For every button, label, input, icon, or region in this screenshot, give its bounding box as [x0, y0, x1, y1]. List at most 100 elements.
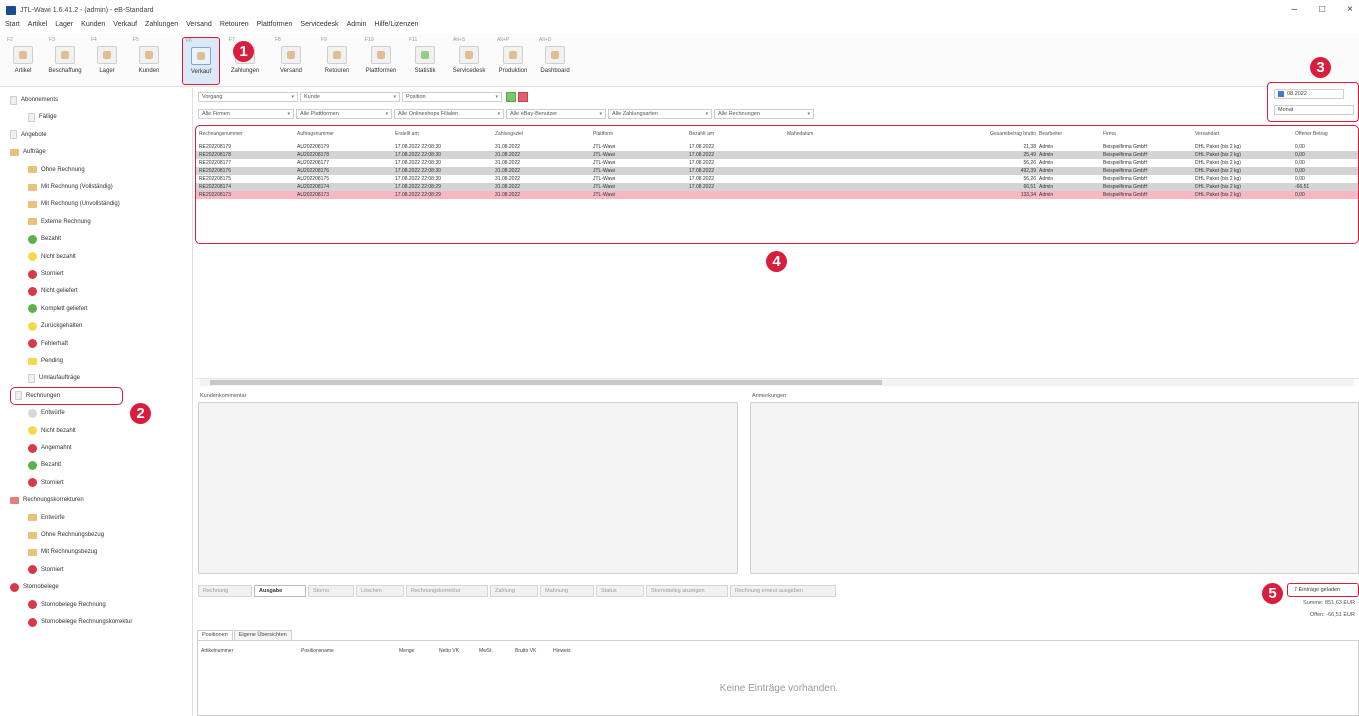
- ribbon-button-plattformen[interactable]: F10 Plattformen: [362, 37, 400, 85]
- sidebar-item-zurückgehalten[interactable]: Zurückgehalten: [28, 317, 82, 335]
- filter-vorgang[interactable]: Vorgang ▾: [198, 92, 298, 102]
- table-row[interactable]: RE202208176 AU202208176 17.08.2022 22:08:3…: [196, 167, 1358, 175]
- ribbon-button-statistik[interactable]: F11 Statistik: [406, 37, 444, 85]
- sidebar-item-fällige[interactable]: Fällige: [28, 108, 57, 126]
- toolbar-button-rechnung-erneut-ausgeben[interactable]: Rechnung erneut ausgeben: [730, 585, 836, 597]
- position-column-header[interactable]: Brutto VK: [512, 648, 550, 654]
- column-header[interactable]: Mahndatum: [784, 131, 976, 137]
- filter-ebay-benutzer[interactable]: Alle eBay-Benutzer ▾: [506, 109, 606, 119]
- column-header[interactable]: Firma: [1100, 131, 1192, 137]
- sidebar-item-stornobelege-rechnungskorrektur[interactable]: Stornobelege Rechnungskorrektur: [28, 613, 132, 631]
- sidebar-item-mit-rechnungsbezug[interactable]: Mit Rechnungsbezug: [28, 543, 97, 561]
- menu-item-2[interactable]: Lager: [54, 21, 74, 33]
- menu-item-1[interactable]: Artikel: [27, 21, 48, 33]
- sidebar-item-fehlerhaft[interactable]: Fehlerhaft: [28, 335, 68, 353]
- position-column-header[interactable]: Positionsname: [298, 648, 396, 654]
- position-column-header[interactable]: Artikelnummer: [198, 648, 298, 654]
- sidebar-item-mit-rechnung-unvollständig-[interactable]: Mit Rechnung (Unvollständig): [28, 195, 120, 213]
- filter-onlineshops[interactable]: Alle Onlineshops Filialen ▾: [394, 109, 504, 119]
- sidebar-item-nicht-geliefert[interactable]: Nicht geliefert: [28, 282, 78, 300]
- notes-field[interactable]: [750, 402, 1359, 574]
- sidebar-item-nicht-bezahlt[interactable]: Nicht bezahlt: [28, 248, 76, 266]
- position-column-header[interactable]: Menge: [396, 648, 436, 654]
- ribbon-button-produktion[interactable]: Alt+P Produktion: [494, 37, 532, 85]
- sidebar-item-stornobelege-rechnung[interactable]: Stornobelege Rechnung: [28, 596, 106, 614]
- sidebar-item-entwürfe[interactable]: Entwürfe: [28, 404, 65, 422]
- sidebar-item-ohne-rechnungsbezug[interactable]: Ohne Rechnungsbezug: [28, 526, 104, 544]
- table-row[interactable]: RE202208179 AU202208179 17.08.2022 22:08:3…: [196, 143, 1358, 151]
- ribbon-button-kunden[interactable]: F5 Kunden: [130, 37, 168, 85]
- sidebar-item-rechnungen[interactable]: Rechnungen: [10, 386, 123, 405]
- clear-filter-icon[interactable]: [518, 92, 528, 102]
- horizontal-scrollbar[interactable]: [200, 379, 1354, 386]
- ribbon-button-versand[interactable]: F8 Versand: [272, 37, 310, 85]
- ribbon-button-servicedesk[interactable]: Alt+S Servicedesk: [450, 37, 488, 85]
- sidebar-item-entwürfe[interactable]: Entwürfe: [28, 509, 65, 527]
- month-input[interactable]: 08.2022: [1274, 89, 1344, 99]
- maximize-button[interactable]: □: [1319, 4, 1325, 15]
- column-header[interactable]: Zahlungsziel: [492, 131, 590, 137]
- menu-item-9[interactable]: Servicedesk: [299, 21, 339, 33]
- customer-comment-field[interactable]: [198, 402, 738, 574]
- ribbon-button-verkauf[interactable]: F6 Verkauf: [182, 37, 220, 85]
- column-header[interactable]: Erstellt am: [392, 131, 492, 137]
- filter-plattformen[interactable]: Alle Plattformen ▾: [296, 109, 392, 119]
- toolbar-button-zahlung[interactable]: Zahlung: [490, 585, 538, 597]
- sidebar-item-bezahlt[interactable]: Bezahlt: [28, 230, 61, 248]
- toolbar-button-stornobeleg-anzeigen[interactable]: Stornobeleg anzeigen: [646, 585, 728, 597]
- sidebar-item-angemahnt[interactable]: Angemahnt: [28, 439, 72, 457]
- sidebar-item-storniert[interactable]: Storniert: [28, 474, 64, 492]
- sidebar-item-nicht-bezahlt[interactable]: Nicht bezahlt: [28, 422, 76, 440]
- sidebar-item-externe-rechnung[interactable]: Externe Rechnung: [28, 213, 91, 231]
- toolbar-button-ausgabe[interactable]: Ausgabe: [254, 585, 306, 597]
- filter-kunde[interactable]: Kunde ▾: [300, 92, 400, 102]
- refresh-icon[interactable]: [506, 92, 516, 102]
- toolbar-button-rechnung[interactable]: Rechnung: [198, 585, 252, 597]
- column-header[interactable]: Rechnungsnummer: [196, 131, 294, 137]
- filter-zahlungsarten[interactable]: Alle Zahlungsarten ▾: [608, 109, 712, 119]
- position-column-header[interactable]: Netto VK: [436, 648, 476, 654]
- sidebar-item-umlaufaufträge[interactable]: Umlaufaufträge: [28, 369, 80, 387]
- sidebar-item-abonnements[interactable]: Abonnements: [10, 91, 58, 109]
- column-header[interactable]: Plattform: [590, 131, 686, 137]
- position-column-header[interactable]: MwSt.: [476, 648, 512, 654]
- sidebar-item-rechnungskorrekturen[interactable]: Rechnungskorrekturen: [10, 491, 84, 509]
- toolbar-button-status[interactable]: Status: [596, 585, 644, 597]
- toolbar-button-mahnung[interactable]: Mahnung: [540, 585, 594, 597]
- sidebar-item-aufträge[interactable]: Aufträge: [10, 143, 46, 161]
- toolbar-button-löschen[interactable]: Löschen: [356, 585, 404, 597]
- ribbon-button-retouren[interactable]: F9 Retouren: [318, 37, 356, 85]
- column-header[interactable]: Versandart: [1192, 131, 1292, 137]
- toolbar-button-storno[interactable]: Storno: [308, 585, 354, 597]
- sidebar-item-mit-rechnung-vollständig-[interactable]: Mit Rechnung (Vollständig): [28, 178, 113, 196]
- menu-item-7[interactable]: Retouren: [219, 21, 250, 33]
- sidebar-item-pending[interactable]: Pending: [28, 352, 63, 370]
- minimize-button[interactable]: –: [1292, 4, 1298, 15]
- ribbon-button-dashboard[interactable]: Alt+D Dashboard: [536, 37, 574, 85]
- menu-item-10[interactable]: Admin: [346, 21, 368, 33]
- tab-positionen[interactable]: Positionen: [197, 630, 233, 640]
- column-header[interactable]: Auftragsnummer: [294, 131, 392, 137]
- sidebar-item-angebote[interactable]: Angebote: [10, 126, 47, 144]
- column-header[interactable]: Bearbeiter: [1036, 131, 1100, 137]
- tab-eigene-uebersichten[interactable]: Eigene Übersichten: [233, 630, 292, 640]
- scrollbar-thumb[interactable]: [210, 380, 882, 385]
- period-select[interactable]: Monat: [1274, 105, 1354, 115]
- sidebar-item-storniert[interactable]: Storniert: [28, 561, 64, 579]
- sidebar-item-komplett-geliefert[interactable]: Komplett geliefert: [28, 300, 88, 318]
- table-row[interactable]: RE202208174 AU202208174 17.08.2022 22:08:2…: [196, 183, 1358, 191]
- table-row[interactable]: RE202208173 AU202208173 17.08.2022 22:08:2…: [196, 191, 1358, 199]
- menu-item-5[interactable]: Zahlungen: [144, 21, 179, 33]
- sidebar-item-bezahlt[interactable]: Bezahlt: [28, 456, 61, 474]
- sidebar-item-ohne-rechnung[interactable]: Ohne Rechnung: [28, 161, 85, 179]
- menu-item-11[interactable]: Hilfe/Lizenzen: [373, 21, 419, 33]
- table-row[interactable]: RE202208175 AU202208175 17.08.2022 22:08:3…: [196, 175, 1358, 183]
- table-row[interactable]: RE202208178 AU202208178 17.08.2022 22:08:3…: [196, 151, 1358, 159]
- ribbon-button-lager[interactable]: F4 Lager: [88, 37, 126, 85]
- sidebar-item-stornobelege[interactable]: Stornobelege: [10, 578, 59, 596]
- menu-item-0[interactable]: Start: [4, 21, 21, 33]
- filter-position[interactable]: Position ▾: [402, 92, 502, 102]
- close-button[interactable]: ×: [1347, 4, 1353, 15]
- menu-item-6[interactable]: Versand: [185, 21, 213, 33]
- column-header[interactable]: Gesamtbetrag brutto: [976, 131, 1036, 137]
